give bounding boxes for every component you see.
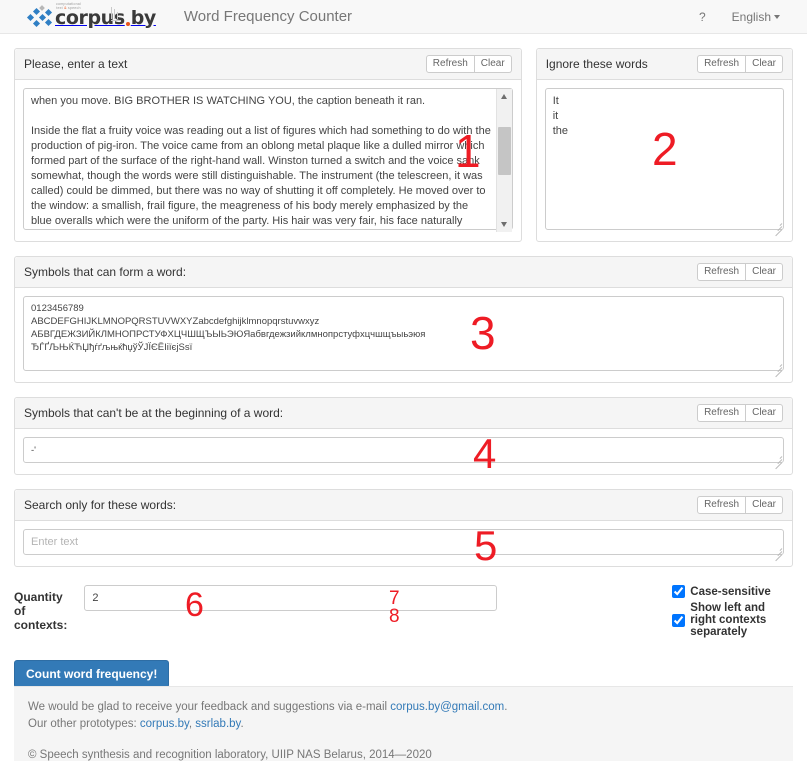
- separate-contexts-checkbox[interactable]: [672, 613, 686, 627]
- panel-heading-begin-symbols: Symbols that can't be at the beginning o…: [15, 398, 792, 429]
- quantity-of-contexts-input[interactable]: [84, 585, 498, 611]
- scroll-thumb[interactable]: [497, 127, 511, 175]
- panel-body-word-symbols: [15, 288, 792, 382]
- panel-enter-text: Please, enter a text Refresh Clear: [14, 48, 522, 242]
- navbar-right: ? English: [686, 10, 793, 24]
- panel-ignore-words: Ignore these words Refresh Clear: [535, 48, 793, 242]
- panel-body-search-words: [15, 521, 792, 566]
- refresh-button-text[interactable]: Refresh: [425, 55, 475, 73]
- help-icon[interactable]: ?: [686, 10, 719, 24]
- panel-title-word-symbols: Symbols that can form a word:: [24, 265, 187, 279]
- brand-logo[interactable]: corpus by computational text & speech: [26, 2, 157, 29]
- brand-tagline-line1: computational: [56, 1, 81, 6]
- panel-title-enter-text: Please, enter a text: [24, 57, 128, 71]
- panel-title-begin-symbols: Symbols that can't be at the beginning o…: [24, 406, 284, 420]
- begin-symbols-input[interactable]: [23, 437, 784, 463]
- footer-prototypes-line: Our other prototypes: corpus.by, ssrlab.…: [28, 716, 779, 733]
- footer-link-corpus-by[interactable]: corpus.by: [140, 718, 189, 730]
- count-word-frequency-button[interactable]: Count word frequency!: [14, 660, 170, 688]
- text-input-wrapper: [23, 88, 513, 233]
- case-sensitive-checkbox[interactable]: [672, 585, 686, 598]
- refresh-button-begin-symbols[interactable]: Refresh: [697, 404, 747, 422]
- main-content: Please, enter a text Refresh Clear when …: [0, 34, 807, 567]
- brand-bars-icon: [111, 6, 121, 21]
- panel-body-begin-symbols: [15, 429, 792, 474]
- search-words-wrapper: [23, 529, 784, 562]
- panel-title-search-words: Search only for these words:: [24, 498, 177, 512]
- footer-email-link[interactable]: corpus.by@gmail.com: [390, 701, 504, 713]
- footer-prototypes-suffix: .: [240, 718, 244, 730]
- footer-feedback-prefix: We would be glad to receive your feedbac…: [28, 701, 391, 713]
- panel-search-words: Search only for these words: Refresh Cle…: [14, 489, 793, 567]
- text-scrollbar[interactable]: [495, 89, 512, 232]
- footer-feedback-suffix: .: [504, 701, 508, 713]
- button-group-enter-text: Refresh Clear: [425, 55, 512, 73]
- case-sensitive-label: Case-sensitive: [690, 585, 771, 598]
- word-symbols-wrapper: [23, 296, 784, 378]
- panel-heading-search-words: Search only for these words: Refresh Cle…: [15, 490, 792, 521]
- panel-body-enter-text: [15, 80, 521, 241]
- search-words-input[interactable]: [23, 529, 784, 555]
- ignore-input-wrapper: [544, 88, 784, 237]
- case-sensitive-row[interactable]: Case-sensitive: [672, 585, 793, 598]
- panel-heading-ignore-words: Ignore these words Refresh Clear: [536, 49, 792, 80]
- separate-contexts-row[interactable]: Show left and right contexts separately: [672, 602, 793, 638]
- panel-heading-word-symbols: Symbols that can form a word: Refresh Cl…: [15, 257, 792, 288]
- refresh-button-word-symbols[interactable]: Refresh: [697, 263, 747, 281]
- language-dropdown[interactable]: English: [719, 10, 793, 24]
- brand-tagline-line2b: speech: [66, 6, 81, 11]
- ignore-words-input[interactable]: [544, 88, 784, 230]
- refresh-button-search-words[interactable]: Refresh: [697, 496, 747, 514]
- scroll-up-arrow-icon[interactable]: [496, 89, 512, 104]
- clear-button-word-symbols[interactable]: Clear: [746, 263, 783, 281]
- word-symbols-input[interactable]: [23, 296, 784, 371]
- separate-contexts-label: Show left and right contexts separately: [690, 602, 767, 638]
- panel-word-symbols: Symbols that can form a word: Refresh Cl…: [14, 256, 793, 383]
- language-label: English: [731, 9, 771, 24]
- footer: We would be glad to receive your feedbac…: [14, 686, 793, 761]
- page-title: Word Frequency Counter: [183, 8, 353, 25]
- button-group-search-words: Refresh Clear: [697, 496, 783, 514]
- panel-body-ignore-words: [537, 80, 792, 241]
- brand-tagline-line2a: text: [56, 6, 65, 11]
- row-text-and-ignore: Please, enter a text Refresh Clear when …: [14, 34, 793, 242]
- options-row: Quantity of contexts: Case-sensitive Sho…: [0, 585, 807, 642]
- panel-begin-symbols: Symbols that can't be at the beginning o…: [14, 397, 793, 475]
- brand-word-suffix: by: [130, 6, 157, 29]
- brand-dot-icon: [125, 21, 130, 26]
- scroll-down-arrow-icon[interactable]: [496, 217, 512, 232]
- footer-link-ssrlab-by[interactable]: ssrlab.by: [195, 718, 240, 730]
- button-group-word-symbols: Refresh Clear: [697, 263, 783, 281]
- checkbox-group: Case-sensitive Show left and right conte…: [672, 585, 793, 642]
- panel-title-ignore-words: Ignore these words: [545, 57, 648, 71]
- refresh-button-ignore[interactable]: Refresh: [697, 55, 747, 73]
- footer-copyright: © Speech synthesis and recognition labor…: [28, 749, 432, 761]
- text-input[interactable]: [23, 88, 513, 230]
- brand-tagline: computational text & speech: [56, 2, 81, 11]
- chevron-down-icon: [774, 15, 780, 20]
- button-group-ignore-words: Refresh Clear: [697, 55, 783, 73]
- clear-button-text[interactable]: Clear: [474, 55, 512, 73]
- clear-button-ignore[interactable]: Clear: [746, 55, 783, 73]
- top-navbar: corpus by computational text & speech Wor…: [0, 0, 807, 34]
- clear-button-search-words[interactable]: Clear: [746, 496, 783, 514]
- brand-word: corpus by: [55, 6, 157, 29]
- button-group-begin-symbols: Refresh Clear: [697, 404, 783, 422]
- footer-feedback-line: We would be glad to receive your feedbac…: [28, 699, 779, 716]
- footer-prototypes-prefix: Our other prototypes:: [28, 718, 140, 730]
- corpus-by-logo-icon: [26, 4, 54, 28]
- clear-button-begin-symbols[interactable]: Clear: [746, 404, 783, 422]
- quantity-of-contexts-label: Quantity of contexts:: [14, 590, 68, 632]
- begin-symbols-wrapper: [23, 437, 784, 470]
- panel-heading-enter-text: Please, enter a text Refresh Clear: [15, 49, 521, 80]
